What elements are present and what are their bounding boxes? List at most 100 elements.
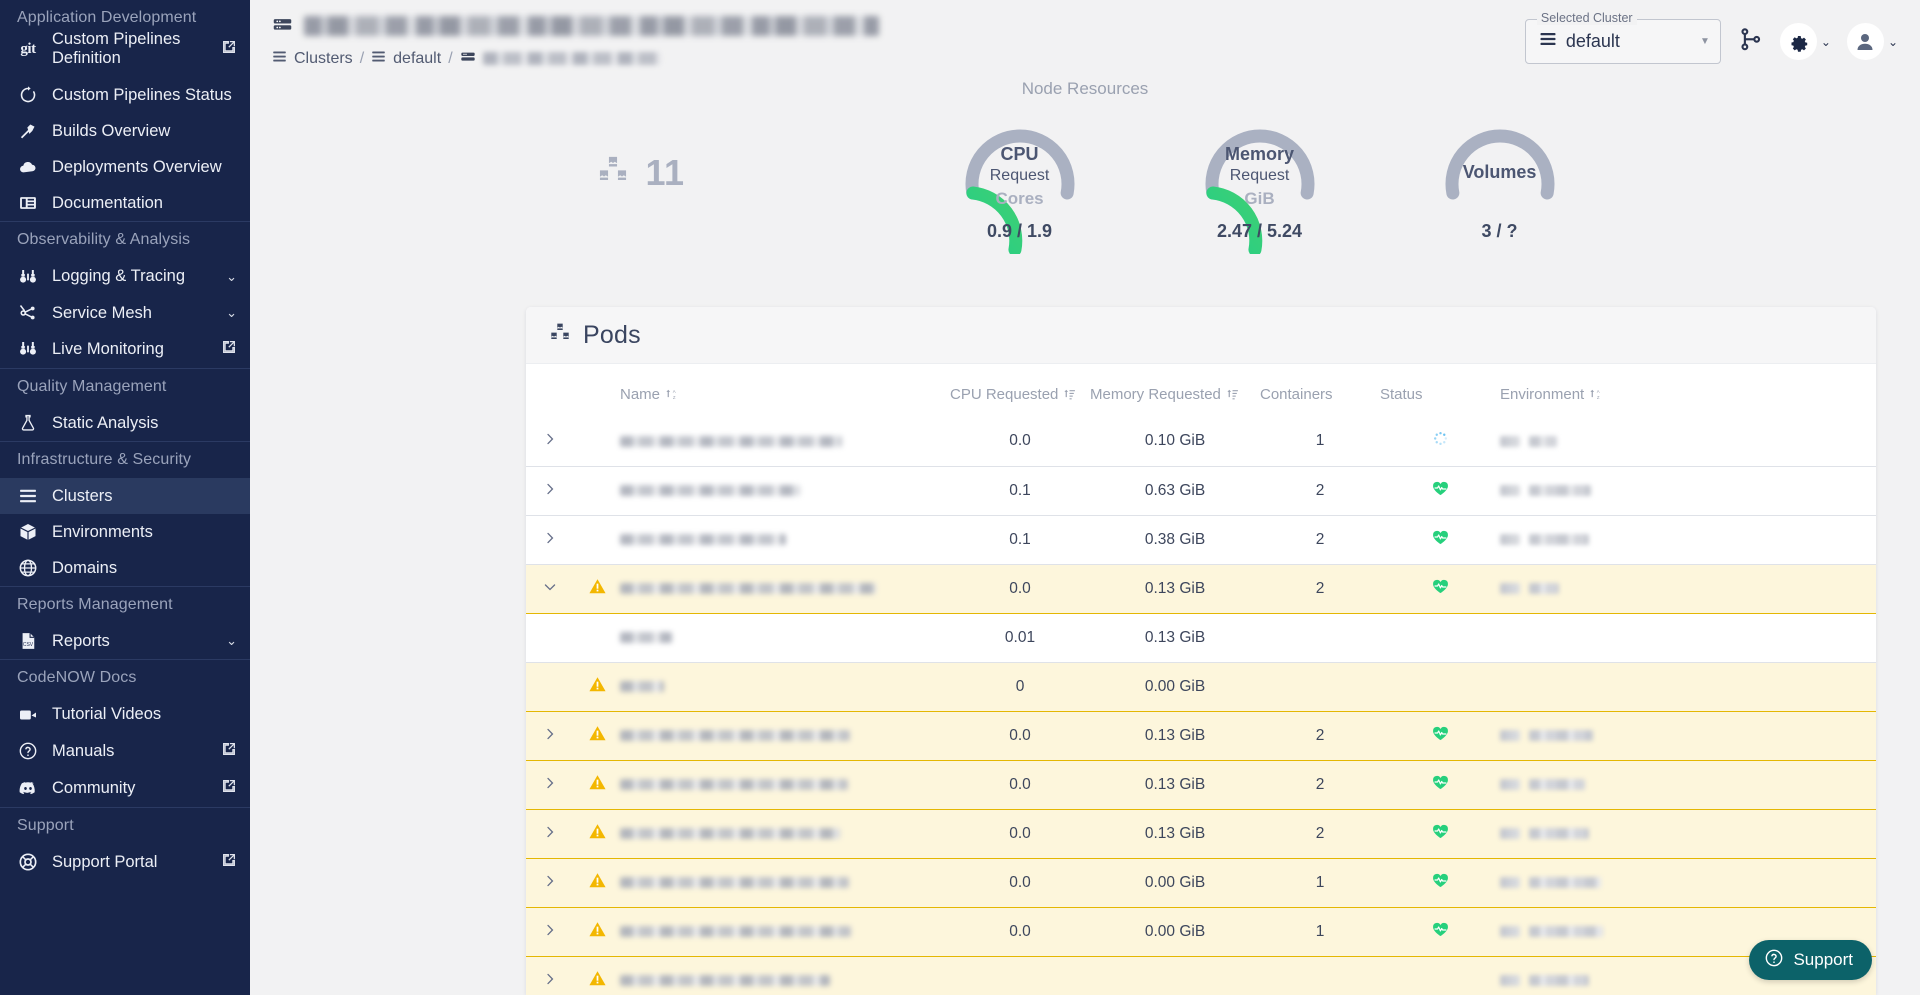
hammer-icon <box>17 121 39 141</box>
table-row[interactable]: 0.1 0.63 GiB 2 <box>526 466 1876 515</box>
chevron-right-icon[interactable] <box>543 872 557 894</box>
chevron-right-icon[interactable] <box>543 529 557 551</box>
row-expand-cell[interactable] <box>526 760 574 809</box>
table-row[interactable] <box>526 956 1876 995</box>
row-name-cell <box>620 515 950 564</box>
row-expand-cell[interactable] <box>526 515 574 564</box>
table-row[interactable]: 0 0.00 GiB <box>526 662 1876 711</box>
status-healthy-icon <box>1431 579 1450 600</box>
pods-table: Name A Z CPU Requested Memory Requested Co… <box>526 364 1876 995</box>
chevron-right-icon[interactable] <box>543 480 557 502</box>
environment-redacted <box>1500 926 1700 937</box>
column-header-environment[interactable]: Environment A Z <box>1500 364 1700 417</box>
row-status-cell <box>1380 907 1500 956</box>
column-header-label: CPU Requested <box>950 386 1059 403</box>
chevron-right-icon[interactable] <box>543 921 557 943</box>
environment-chip-icon <box>1500 534 1520 545</box>
sidebar-item-deployments-overview[interactable]: Deployments Overview <box>0 149 250 185</box>
sidebar-item-static-analysis[interactable]: Static Analysis <box>0 405 250 441</box>
table-row[interactable]: 0.0 0.13 GiB 2 <box>526 564 1876 613</box>
git-branch-button[interactable] <box>1737 26 1764 58</box>
table-row[interactable]: 0.0 0.13 GiB 2 <box>526 760 1876 809</box>
chevron-down-icon[interactable] <box>543 578 557 600</box>
row-name-cell <box>620 466 950 515</box>
selected-cluster-dropdown[interactable]: Selected Cluster default ▼ <box>1524 11 1721 64</box>
sidebar-item-environments[interactable]: Environments <box>0 514 250 550</box>
topbar-right: Selected Cluster default ▼ ⌄ ⌄ <box>1524 9 1898 64</box>
chevron-down-icon[interactable]: ⌄ <box>226 305 237 321</box>
row-expand-cell[interactable] <box>526 907 574 956</box>
chevron-right-icon[interactable] <box>543 774 557 796</box>
table-subrow[interactable]: 0.01 0.13 GiB <box>526 613 1876 662</box>
breadcrumb-item-default[interactable]: default <box>393 50 441 68</box>
svg-text:CSV: CSV <box>23 642 34 648</box>
column-header-mem[interactable]: Memory Requested <box>1090 364 1260 417</box>
sidebar-item-live-monitoring[interactable]: Live Monitoring <box>0 331 250 368</box>
sidebar-item-manuals[interactable]: Manuals <box>0 733 250 770</box>
row-expand-cell[interactable] <box>526 809 574 858</box>
chevron-down-icon[interactable]: ⌄ <box>226 269 237 285</box>
pod-name-redacted <box>620 681 664 692</box>
row-expand-cell[interactable] <box>526 956 574 995</box>
row-expand-cell[interactable] <box>526 417 574 466</box>
sidebar-item-custom-pipelines-status[interactable]: Custom Pipelines Status <box>0 77 250 113</box>
column-header-name[interactable]: Name A Z <box>620 364 950 417</box>
status-healthy-icon <box>1431 922 1450 943</box>
pod-name-redacted <box>620 779 848 790</box>
chevron-right-icon[interactable] <box>543 970 557 992</box>
column-header-cpu[interactable]: CPU Requested <box>950 364 1090 417</box>
breadcrumb-item-node-redacted[interactable] <box>482 52 661 65</box>
row-expand-cell[interactable] <box>526 858 574 907</box>
row-name-cell <box>620 760 950 809</box>
sidebar-item-reports[interactable]: CSV Reports ⌄ <box>0 623 250 659</box>
pod-name-redacted <box>620 975 830 986</box>
warning-icon <box>588 823 607 845</box>
chevron-right-icon[interactable] <box>543 823 557 845</box>
sidebar-item-service-mesh[interactable]: Service Mesh ⌄ <box>0 295 250 331</box>
row-containers-cell <box>1260 613 1380 662</box>
row-containers-cell <box>1260 662 1380 711</box>
row-expand-cell[interactable] <box>526 711 574 760</box>
sidebar-item-domains[interactable]: Domains <box>0 550 250 586</box>
row-name-cell <box>620 711 950 760</box>
row-containers-cell: 2 <box>1315 824 1325 842</box>
support-fab-button[interactable]: Support <box>1749 940 1872 980</box>
chevron-right-icon[interactable] <box>543 430 557 452</box>
chevron-down-icon: ▼ <box>1699 36 1710 47</box>
sidebar-item-clusters[interactable]: Clusters <box>0 477 250 515</box>
user-menu-button[interactable]: ⌄ <box>1846 23 1898 60</box>
row-environment-cell <box>1500 417 1700 466</box>
sidebar-section-title: Observability & Analysis <box>17 231 191 249</box>
row-containers-cell <box>1260 956 1380 995</box>
sidebar-item-logging-tracing[interactable]: Logging & Tracing ⌄ <box>0 258 250 294</box>
breadcrumb-item-clusters[interactable]: Clusters <box>294 50 353 68</box>
table-row[interactable]: 0.0 0.00 GiB 1 <box>526 907 1876 956</box>
sidebar-item-custom-pipelines-definition[interactable]: git Custom Pipelines Definition <box>0 22 250 77</box>
row-memory-cell: 0.00 GiB <box>1144 873 1206 891</box>
environment-redacted <box>1500 485 1700 496</box>
topbar-left: Clusters / default / <box>272 9 1525 69</box>
sidebar-item-support-portal[interactable]: Support Portal <box>0 844 250 881</box>
table-row[interactable]: 0.0 0.13 GiB 2 <box>526 711 1876 760</box>
row-cpu-cell: 0.0 <box>1009 579 1031 597</box>
table-row[interactable]: 0.0 0.10 GiB 1 <box>526 417 1876 466</box>
sidebar-item-documentation[interactable]: Documentation <box>0 185 250 221</box>
pods-table-head: Name A Z CPU Requested Memory Requested Co… <box>526 364 1876 417</box>
row-cpu-cell: 0 <box>1015 677 1025 695</box>
status-healthy-icon <box>1431 824 1450 845</box>
sidebar-item-label: Support Portal <box>52 853 158 872</box>
row-expand-cell[interactable] <box>526 466 574 515</box>
table-row[interactable]: 0.1 0.38 GiB 2 <box>526 515 1876 564</box>
row-memory-cell: 0.13 GiB <box>1144 775 1206 793</box>
row-expand-cell[interactable] <box>526 564 574 613</box>
sidebar-item-builds-overview[interactable]: Builds Overview <box>0 113 250 149</box>
table-row[interactable]: 0.0 0.00 GiB 1 <box>526 858 1876 907</box>
chevron-right-icon[interactable] <box>543 725 557 747</box>
sidebar-item-tutorial-videos[interactable]: Tutorial Videos <box>0 696 250 732</box>
chevron-down-icon[interactable]: ⌄ <box>226 633 237 649</box>
sidebar-item-community[interactable]: Community <box>0 770 250 807</box>
environment-chip-icon <box>1500 877 1520 888</box>
settings-button[interactable]: ⌄ <box>1779 23 1831 60</box>
row-warning-cell <box>574 613 620 662</box>
table-row[interactable]: 0.0 0.13 GiB 2 <box>526 809 1876 858</box>
